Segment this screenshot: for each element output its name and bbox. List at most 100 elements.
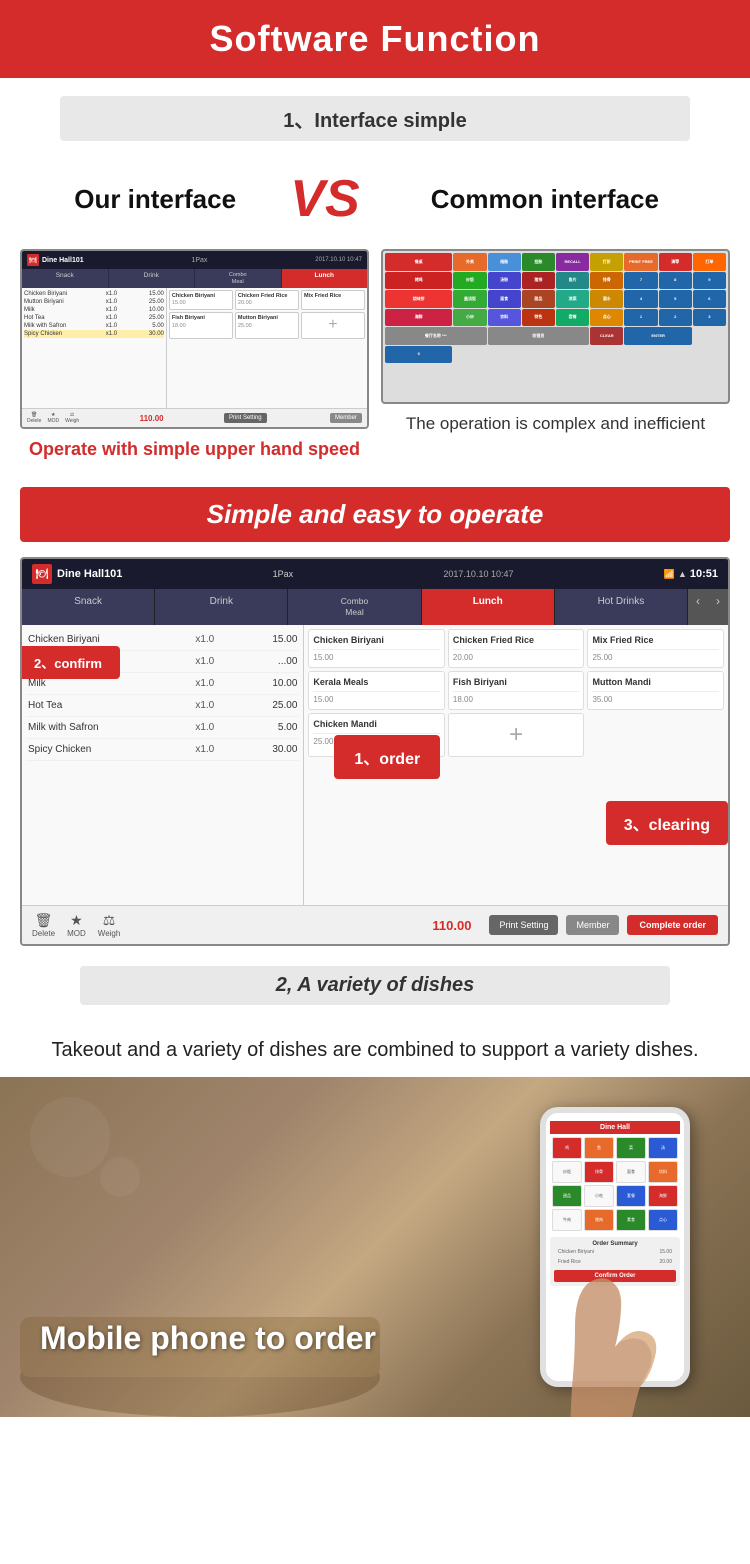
lpos-menu-item-add[interactable]: + bbox=[448, 713, 585, 757]
lpos-menu-item-kerala[interactable]: Kerala Meals 15.00 bbox=[308, 671, 445, 710]
member-button[interactable]: Member bbox=[566, 915, 619, 935]
lpos-order-rows: Chicken Biriyani x1.0 15.00 Mutton Biriy… bbox=[22, 625, 303, 905]
cpx-btn: 烧味拼 bbox=[385, 290, 452, 308]
weigh-button[interactable]: ⚖ Weigh bbox=[98, 912, 121, 938]
tab-hotdrinks-large[interactable]: Hot Drinks bbox=[555, 589, 688, 625]
pos-order-row: Hot Tea x1.0 25.00 bbox=[24, 314, 164, 322]
cpx-btn: 1 bbox=[624, 309, 657, 327]
cpx-btn: 汤粉 bbox=[488, 272, 521, 290]
common-interface-label: Common interface bbox=[370, 184, 720, 215]
simple-pos-desc: Operate with simple upper hand speed bbox=[20, 437, 369, 462]
lpos-order-item: Milk with Safron x1.0 5.00 bbox=[26, 717, 299, 739]
item-qty: x1.0 bbox=[99, 307, 124, 313]
tab-drink[interactable]: Drink bbox=[109, 269, 195, 288]
pos-logo-icon: 🍽 bbox=[27, 254, 39, 266]
item-milk: Milk bbox=[28, 678, 180, 689]
tab-combo[interactable]: ComboMeal bbox=[195, 269, 281, 288]
delete-button[interactable]: 🗑 Delete bbox=[32, 912, 55, 938]
page-title: Software Function bbox=[10, 18, 740, 60]
lpos-menu-item-chicken-biriyani[interactable]: Chicken Biriyani 15.00 bbox=[308, 629, 445, 668]
menu-price: 20.00 bbox=[238, 300, 296, 307]
cpx-btn: 打折 bbox=[590, 253, 623, 271]
item-qty: x1.0 bbox=[99, 291, 124, 297]
pos-pax: 1Pax bbox=[191, 257, 207, 264]
section2-label: 2, A variety of dishes bbox=[80, 966, 670, 1005]
lpos-menu-item-mix-rice[interactable]: Mix Fried Rice 25.00 bbox=[587, 629, 724, 668]
cpx-btn: 6 bbox=[693, 290, 726, 308]
add-icon[interactable]: + bbox=[509, 718, 523, 752]
cpx-btn: 特色 bbox=[522, 309, 555, 327]
menu-item[interactable]: Fish Biriyani 18.00 bbox=[169, 312, 233, 339]
delete-label: Delete bbox=[32, 929, 55, 938]
cpx-btn: 排骨 bbox=[590, 272, 623, 290]
lpos-time: 10:51 bbox=[690, 568, 718, 580]
item-hottea: Hot Tea bbox=[28, 700, 180, 711]
item-name: Milk bbox=[24, 307, 99, 313]
member-button[interactable]: Member bbox=[330, 413, 362, 423]
confirm-button[interactable]: 2、confirm bbox=[20, 646, 120, 679]
tab-nav-left[interactable]: ‹ bbox=[688, 589, 708, 625]
cpx-btn: 甜品 bbox=[522, 290, 555, 308]
hand-svg bbox=[490, 1227, 710, 1417]
lpos-footer-icons: 🗑 Delete ★ MOD ⚖ Weigh bbox=[32, 912, 120, 938]
mod-button[interactable]: ★ MOD bbox=[67, 912, 86, 938]
lpos-logo: 🍽 Dine Hall101 bbox=[32, 564, 122, 584]
print-setting-button[interactable]: Print Setting bbox=[489, 915, 558, 935]
menu-item[interactable]: + bbox=[301, 312, 365, 339]
mod-icon-group[interactable]: ★MOD bbox=[47, 412, 59, 424]
cpx-btn: 盖浇饭 bbox=[453, 290, 486, 308]
lpos-total: 110.00 bbox=[432, 918, 471, 933]
phone-app-header: Dine Hall bbox=[550, 1121, 680, 1134]
item-price: 10.00 bbox=[230, 678, 297, 689]
menu-price: 18.00 bbox=[453, 694, 580, 705]
cpx-btn: 4 bbox=[624, 290, 657, 308]
lpos-menu-item-fried-rice[interactable]: Chicken Fried Rice 20.00 bbox=[448, 629, 585, 668]
lpos-menu-item-mutton-mandi[interactable]: Mutton Mandi 35.00 bbox=[587, 671, 724, 710]
lpos-order-list: Chicken Biriyani x1.0 15.00 Mutton Biriy… bbox=[22, 625, 304, 905]
add-item-icon[interactable]: + bbox=[328, 315, 337, 336]
lpos-body: Chicken Biriyani x1.0 15.00 Mutton Biriy… bbox=[22, 625, 728, 905]
cpx-btn: 饮料 bbox=[488, 309, 521, 327]
cpx-btn: 猪排 bbox=[522, 272, 555, 290]
print-setting-button[interactable]: Print Setting bbox=[224, 413, 267, 423]
clearing-button[interactable]: 3、clearing bbox=[606, 801, 728, 845]
tab-snack-large[interactable]: Snack bbox=[22, 589, 155, 625]
lpos-menu-item-fish[interactable]: Fish Biriyani 18.00 bbox=[448, 671, 585, 710]
vs-icon: VS bbox=[290, 169, 359, 229]
item-price: 25.00 bbox=[124, 315, 164, 321]
wifi-icon: 📶 bbox=[664, 569, 675, 580]
lpos-topbar: 🍽 Dine Hall101 1Pax 2017.10.10 10:47 📶 ▲… bbox=[22, 559, 728, 589]
our-interface-label: Our interface bbox=[30, 184, 280, 215]
vs-row: Our interface VS Common interface bbox=[0, 159, 750, 239]
phone-cell: 套餐 bbox=[616, 1185, 646, 1207]
item-qty: x1.0 bbox=[99, 315, 124, 321]
weigh-icon-group[interactable]: ⚖Weigh bbox=[65, 412, 79, 424]
menu-price: 20.00 bbox=[453, 652, 580, 663]
lpos-wifi-status: 📶 ▲ 10:51 bbox=[664, 568, 718, 580]
item-price: 15.00 bbox=[230, 634, 297, 645]
menu-item[interactable]: Chicken Fried Rice 20.00 bbox=[235, 290, 299, 310]
item-spicy: Spicy Chicken bbox=[28, 744, 180, 755]
pos-order-row-highlight: Spicy Chicken x1.0 30.00 bbox=[24, 330, 164, 338]
cpx-btn: 海鲜 bbox=[385, 309, 452, 327]
tab-snack[interactable]: Snack bbox=[22, 269, 108, 288]
order-button[interactable]: 1、order bbox=[334, 735, 440, 779]
menu-item[interactable]: Mix Fried Rice bbox=[301, 290, 365, 310]
delete-icon-group[interactable]: 🗑Delete bbox=[27, 412, 41, 424]
tab-nav-right[interactable]: › bbox=[708, 589, 728, 625]
item-name: Mutton Biriyani bbox=[24, 299, 99, 305]
pos-hall-name: Dine Hall101 bbox=[42, 257, 84, 264]
pos-order-row: Mutton Biriyani x1.0 25.00 bbox=[24, 298, 164, 306]
tab-lunch[interactable]: Lunch bbox=[282, 269, 368, 288]
menu-price: 25.00 bbox=[238, 323, 296, 330]
menu-item[interactable]: Chicken Biriyani 15.00 bbox=[169, 290, 233, 310]
pos-order-row: Milk x1.0 10.00 bbox=[24, 306, 164, 314]
menu-item[interactable]: Mutton Biriyani 25.00 bbox=[235, 312, 299, 339]
complete-order-button[interactable]: Complete order bbox=[627, 915, 718, 935]
item-price: 5.00 bbox=[230, 722, 297, 733]
pos-order-list: Chicken Biriyani x1.0 15.00 Mutton Biriy… bbox=[22, 288, 167, 408]
tab-drink-large[interactable]: Drink bbox=[155, 589, 288, 625]
tab-lunch-large[interactable]: Lunch bbox=[422, 589, 555, 625]
pos-footer: 🗑Delete ★MOD ⚖Weigh 110.00 Print Setting… bbox=[22, 408, 367, 427]
tab-combo-large[interactable]: ComboMeal bbox=[288, 589, 421, 625]
